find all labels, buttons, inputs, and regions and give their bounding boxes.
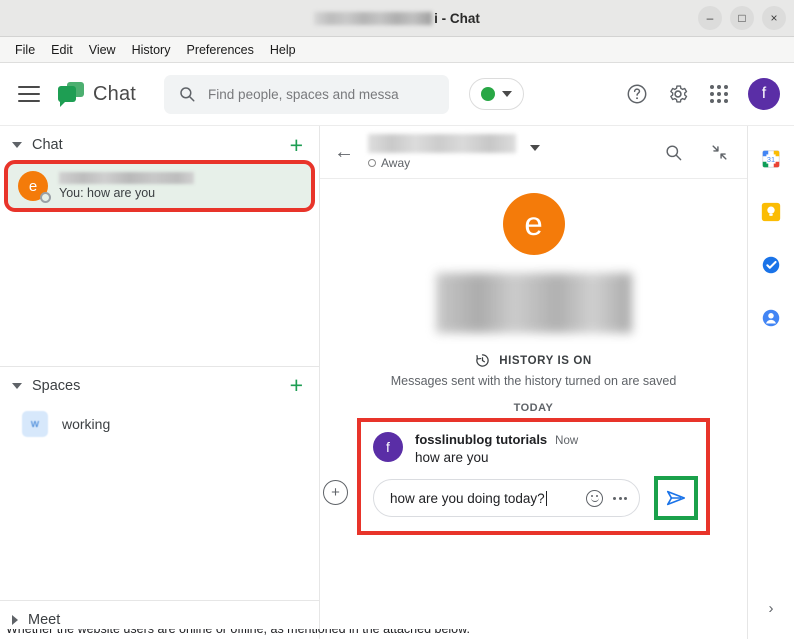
chat-list: e You: how are you [0, 160, 319, 212]
send-button[interactable] [654, 476, 698, 520]
conversation-body: e HISTORY IS ON Messages sent with the h… [320, 179, 747, 639]
menu-history[interactable]: History [125, 40, 178, 60]
side-rail: 31 › [748, 126, 794, 639]
back-arrow-icon[interactable]: ← [334, 142, 354, 162]
sidebar: Chat + e You: how are you Spaces + w wor… [0, 126, 320, 639]
space-label: working [62, 415, 111, 432]
emoji-icon[interactable] [586, 489, 603, 507]
chevron-right-icon[interactable]: › [769, 600, 774, 617]
search-icon[interactable] [661, 140, 685, 164]
chevron-right-icon [12, 615, 18, 625]
day-divider: TODAY [513, 402, 554, 414]
chevron-down-icon [12, 382, 22, 389]
app-logo: Chat [58, 82, 137, 107]
chevron-down-icon[interactable] [530, 145, 540, 151]
window-title-text: i - Chat [434, 10, 480, 26]
calendar-icon[interactable]: 31 [760, 148, 782, 170]
message-timestamp: Now [555, 435, 579, 447]
gear-icon[interactable] [666, 82, 690, 106]
svg-text:31: 31 [767, 155, 775, 164]
conversation-title-block: Away [368, 134, 516, 170]
conversation-status-label: Away [381, 156, 411, 170]
chevron-down-icon [502, 91, 513, 97]
avatar: f [373, 432, 403, 462]
menu-view[interactable]: View [82, 40, 123, 60]
sidebar-section-chat-header[interactable]: Chat + [0, 126, 319, 164]
message-text: how are you [415, 450, 489, 465]
sidebar-section-meet-label: Meet [28, 612, 61, 628]
blurred-contact-name [59, 172, 194, 184]
bottom-text: Whether the website users are online or … [6, 629, 470, 636]
away-ring-icon [368, 159, 376, 167]
conversation-pane: ← Away e HISTORY IS ON Messages sent wit… [320, 126, 748, 639]
message-content: fosslinublog tutorials Now how are you [415, 432, 578, 465]
page-bottom-text: Whether the website users are online or … [0, 629, 794, 639]
blurred-conversation-name [368, 134, 516, 153]
message-and-composer-region: + f fosslinublog tutorials Now how are y… [323, 418, 710, 535]
hamburger-menu-icon[interactable] [18, 86, 40, 102]
help-icon[interactable] [625, 82, 649, 106]
message-item: f fosslinublog tutorials Now how are you [373, 432, 694, 465]
history-notice-subtitle: Messages sent with the history turned on… [390, 374, 677, 388]
close-button[interactable]: × [762, 6, 786, 30]
menu-help[interactable]: Help [263, 40, 303, 60]
search-placeholder: Find people, spaces and messa [208, 86, 399, 102]
send-icon [666, 490, 686, 506]
menu-preferences[interactable]: Preferences [179, 40, 260, 60]
blurred-account-name [314, 11, 433, 25]
list-item-text: You: how are you [59, 172, 301, 200]
new-space-button[interactable]: + [290, 374, 303, 397]
sidebar-section-spaces-header[interactable]: Spaces + [0, 367, 319, 405]
window-controls: – □ × [698, 0, 786, 36]
window-title: i - Chat [0, 11, 794, 26]
search-input[interactable]: Find people, spaces and messa [164, 74, 450, 114]
sidebar-section-spaces-label: Spaces [32, 377, 81, 394]
menubar: File Edit View History Preferences Help [0, 37, 794, 63]
sidebar-item-space-working[interactable]: w working [0, 405, 319, 443]
minimize-button[interactable]: – [698, 6, 722, 30]
status-dot [481, 87, 496, 101]
history-notice: HISTORY IS ON [475, 353, 592, 368]
app-header: Chat Find people, spaces and messa f [0, 63, 794, 126]
app-logo-label: Chat [93, 82, 137, 105]
conversation-avatar: e [502, 193, 565, 255]
more-options-icon[interactable] [613, 496, 627, 500]
collapse-icon[interactable] [707, 140, 731, 164]
menu-file[interactable]: File [8, 40, 42, 60]
app-body: Chat + e You: how are you Spaces + w wor… [0, 126, 794, 639]
message-input-value: how are you doing today? [390, 490, 547, 506]
list-item[interactable]: e You: how are you [4, 160, 315, 212]
history-notice-title: HISTORY IS ON [499, 354, 592, 367]
menu-edit[interactable]: Edit [44, 40, 80, 60]
list-item-snippet: You: how are you [59, 186, 156, 200]
contacts-icon[interactable] [760, 307, 782, 329]
message-input[interactable]: how are you doing today? [373, 479, 640, 517]
maximize-button[interactable]: □ [730, 6, 754, 30]
message-meta: fosslinublog tutorials Now [415, 432, 578, 447]
message-author: fosslinublog tutorials [415, 432, 548, 447]
chevron-down-icon [12, 142, 22, 148]
avatar[interactable]: f [748, 78, 780, 110]
history-clock-icon [476, 354, 489, 367]
header-actions: f [625, 78, 780, 110]
add-attachment-button[interactable]: + [323, 480, 348, 505]
search-icon [180, 87, 195, 102]
chat-logo-icon [58, 82, 84, 107]
avatar: e [18, 171, 51, 203]
composer: how are you doing today? [373, 476, 698, 520]
presence-away-badge [40, 192, 51, 203]
presence-status-selector[interactable] [469, 78, 525, 110]
conversation-header-actions [661, 140, 731, 164]
conversation-header: ← Away [320, 126, 747, 179]
blurred-profile-info [435, 273, 632, 333]
space-avatar: w [22, 410, 48, 437]
keep-icon[interactable] [760, 201, 782, 223]
apps-grid-icon[interactable] [707, 82, 731, 106]
new-chat-button[interactable]: + [290, 133, 303, 157]
tasks-icon[interactable] [760, 254, 782, 276]
status-badge: Away [368, 156, 516, 170]
sidebar-section-chat-label: Chat [32, 137, 63, 153]
window-titlebar: i - Chat – □ × [0, 0, 794, 37]
